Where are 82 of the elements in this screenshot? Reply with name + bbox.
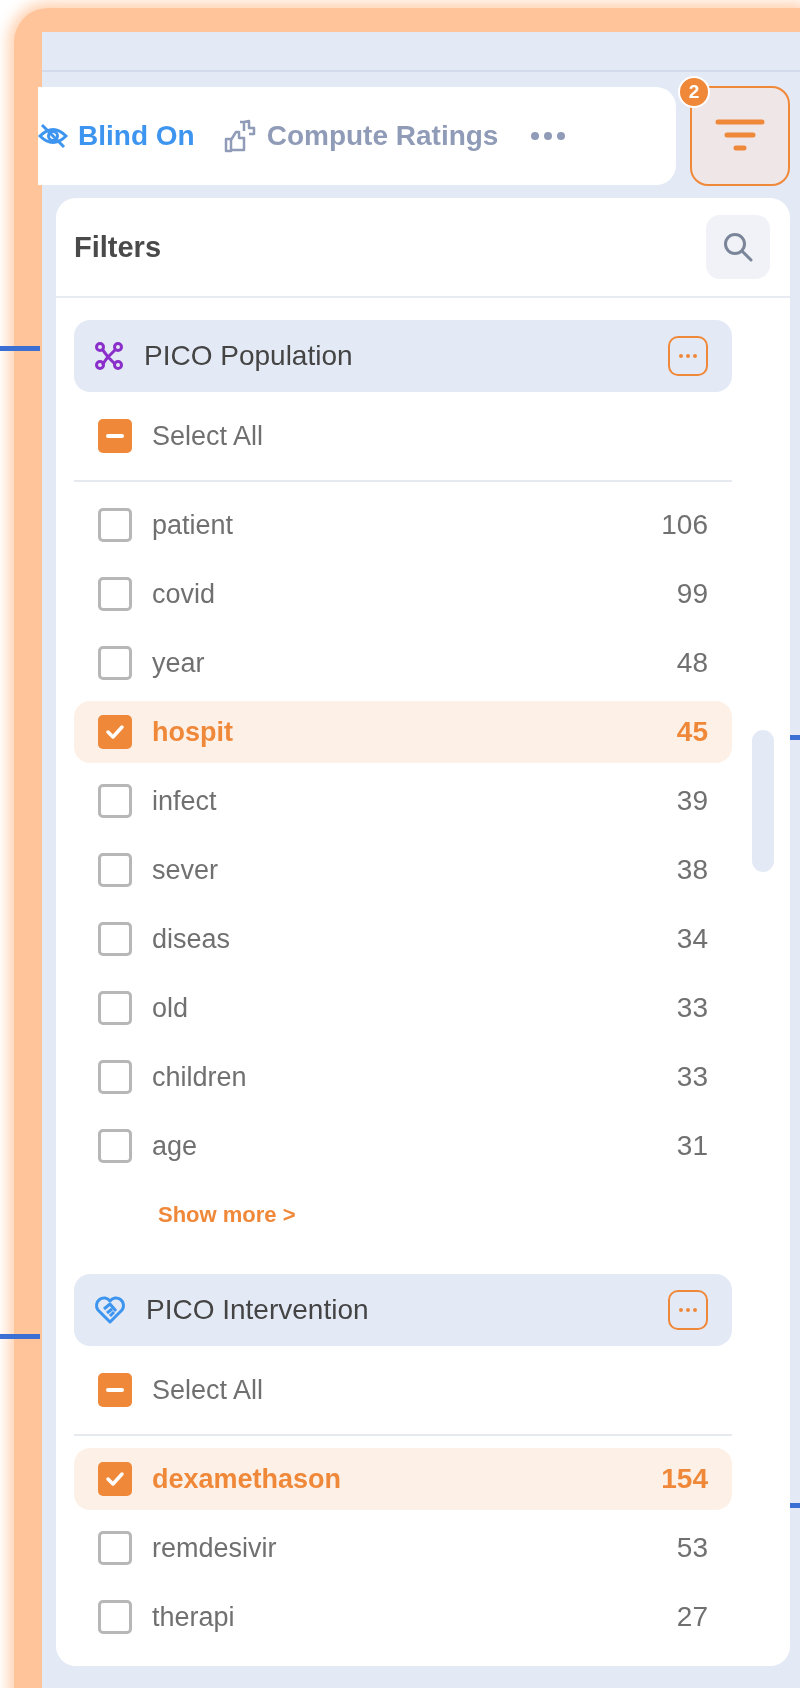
checkbox[interactable] xyxy=(98,419,132,453)
filter-item[interactable]: patient 106 xyxy=(74,494,732,556)
item-label: dexamethason xyxy=(152,1463,343,1495)
select-all-label: Select All xyxy=(152,1374,264,1406)
action-button[interactable]: Compute Ratings xyxy=(222,119,499,153)
group-header[interactable]: PICO Intervention xyxy=(74,1274,732,1346)
ellipsis-icon xyxy=(678,1307,698,1313)
options-button[interactable] xyxy=(668,1290,708,1330)
group-header[interactable]: PICO Population xyxy=(74,320,732,392)
item-label: remdesivir xyxy=(152,1532,278,1564)
item-label: therapi xyxy=(152,1601,236,1633)
thumbs-icon xyxy=(222,119,257,153)
panel-title: Filters xyxy=(74,230,162,264)
item-label: year xyxy=(152,647,206,679)
search-icon xyxy=(722,231,754,263)
item-label: patient xyxy=(152,509,235,541)
item-count: 53 xyxy=(676,1532,708,1564)
item-count: 106 xyxy=(661,509,708,541)
item-count: 48 xyxy=(676,647,708,679)
filter-item[interactable]: infect 39 xyxy=(74,770,732,832)
checkbox[interactable] xyxy=(98,1462,132,1496)
item-label: hospit xyxy=(152,716,234,748)
eye-slash-icon xyxy=(38,122,68,150)
filter-item[interactable]: year 48 xyxy=(74,632,732,694)
checkbox[interactable] xyxy=(98,1600,132,1634)
heart-handshake-icon xyxy=(94,1295,126,1325)
checkbox[interactable] xyxy=(98,646,132,680)
item-count: 39 xyxy=(676,785,708,817)
checkbox[interactable] xyxy=(98,991,132,1025)
item-count: 38 xyxy=(676,854,708,886)
filter-item[interactable]: sever 38 xyxy=(74,839,732,901)
item-count: 154 xyxy=(661,1463,708,1495)
count-badge: 2 xyxy=(678,76,710,108)
item-count: 33 xyxy=(676,992,708,1024)
item-label: diseas xyxy=(152,923,232,955)
item-label: old xyxy=(152,992,190,1024)
minus-icon xyxy=(106,434,124,438)
group-title: PICO Intervention xyxy=(146,1294,370,1326)
check-icon xyxy=(105,1471,125,1487)
toggle-button[interactable]: Blind On xyxy=(38,120,195,152)
item-label: sever xyxy=(152,854,220,886)
item-label: covid xyxy=(152,578,217,610)
filter-item[interactable]: age 31 xyxy=(74,1115,732,1177)
item-count: 99 xyxy=(676,578,708,610)
item-count: 45 xyxy=(676,716,708,748)
filter-item[interactable]: old 33 xyxy=(74,977,732,1039)
group-title: PICO Population xyxy=(144,340,354,372)
checkbox[interactable] xyxy=(98,853,132,887)
filter-item[interactable]: children 33 xyxy=(74,1046,732,1108)
options-button[interactable] xyxy=(668,336,708,376)
checkbox[interactable] xyxy=(98,715,132,749)
scrollbar-thumb[interactable] xyxy=(752,730,774,872)
search-button[interactable] xyxy=(706,215,770,279)
ellipsis-icon xyxy=(530,131,567,141)
minus-icon xyxy=(106,1388,124,1392)
filter-icon xyxy=(715,118,765,154)
nodes-icon xyxy=(94,341,124,371)
check-icon xyxy=(105,724,125,740)
checkbox[interactable] xyxy=(98,1129,132,1163)
item-count: 33 xyxy=(676,1061,708,1093)
item-label: children xyxy=(152,1061,248,1093)
checkbox[interactable] xyxy=(98,1531,132,1565)
filter-item[interactable]: diseas 34 xyxy=(74,908,732,970)
filter-button[interactable] xyxy=(690,86,790,186)
filter-item[interactable]: covid 99 xyxy=(74,563,732,625)
checkbox[interactable] xyxy=(98,508,132,542)
checkbox[interactable] xyxy=(98,922,132,956)
checkbox[interactable] xyxy=(98,784,132,818)
checkbox[interactable] xyxy=(98,1060,132,1094)
checkbox[interactable] xyxy=(98,577,132,611)
item-label: infect xyxy=(152,785,218,817)
show-more-link[interactable]: Show more > xyxy=(158,1202,296,1228)
item-count: 31 xyxy=(676,1130,708,1162)
ellipsis-icon xyxy=(678,353,698,359)
item-count: 27 xyxy=(676,1601,708,1633)
filter-item[interactable]: remdesivir 53 xyxy=(74,1517,732,1579)
item-label: age xyxy=(152,1130,199,1162)
more-button[interactable] xyxy=(530,131,567,141)
checkbox[interactable] xyxy=(98,1373,132,1407)
item-count: 34 xyxy=(676,923,708,955)
select-all-label: Select All xyxy=(152,420,264,452)
filter-item[interactable]: therapi 27 xyxy=(74,1586,732,1648)
